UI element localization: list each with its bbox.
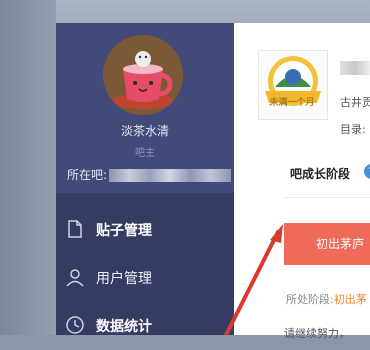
current-stage-label: 所处阶段:: [286, 293, 334, 306]
desktop-shade: [0, 0, 56, 335]
forum-category-line: 目录:: [340, 123, 366, 136]
sidebar-menu: 贴子管理 用户管理 数据统计: [56, 206, 234, 350]
main-panel: 未满一个月 古井贡 目录: 吧成长阶段 ? 初出茅庐 所处阶段:初出茅 请继续努…: [234, 23, 370, 340]
badge-label: 未满一个月: [269, 98, 315, 108]
badge-emblem: [265, 56, 321, 106]
clock-icon: [65, 315, 85, 335]
blurred-forum-name: [109, 169, 232, 182]
user-name[interactable]: 淡茶水清: [56, 122, 234, 139]
sidebar-item-label: 数据统计: [96, 319, 152, 335]
location-label: 所在吧:: [67, 168, 108, 182]
encouragement-text: 请继续努力，: [284, 327, 350, 340]
forum-info-line: 古井贡: [340, 96, 370, 109]
divider: [284, 197, 370, 198]
teacup-avatar-image: [103, 35, 183, 115]
current-stage-row: 所处阶段:初出茅: [286, 291, 367, 307]
user-role: 吧主: [135, 148, 155, 159]
sidebar-item-stats[interactable]: 数据统计: [56, 302, 234, 350]
location-row: 所在吧:: [67, 166, 232, 183]
sidebar-item-label: 贴子管理: [96, 223, 152, 239]
current-stage-value: 初出茅: [333, 293, 367, 306]
forum-badge: [258, 50, 328, 120]
blurred-forum-title: [340, 61, 370, 75]
sidebar-item-posts[interactable]: 贴子管理: [56, 206, 234, 254]
sidebar-item-users[interactable]: 用户管理: [56, 254, 234, 302]
profile-card: 淡茶水清 吧主 所在吧:: [56, 23, 234, 193]
sidebar: 淡茶水清 吧主 所在吧: 贴子管理 用户管理 数据统计: [56, 23, 234, 335]
growth-stage-title: 吧成长阶段: [290, 167, 351, 181]
user-icon: [65, 267, 85, 287]
help-icon[interactable]: ?: [364, 164, 370, 179]
stage-button[interactable]: 初出茅庐: [284, 223, 370, 265]
sidebar-item-label: 用户管理: [96, 271, 152, 287]
avatar[interactable]: [103, 35, 183, 115]
document-icon: [65, 219, 85, 239]
